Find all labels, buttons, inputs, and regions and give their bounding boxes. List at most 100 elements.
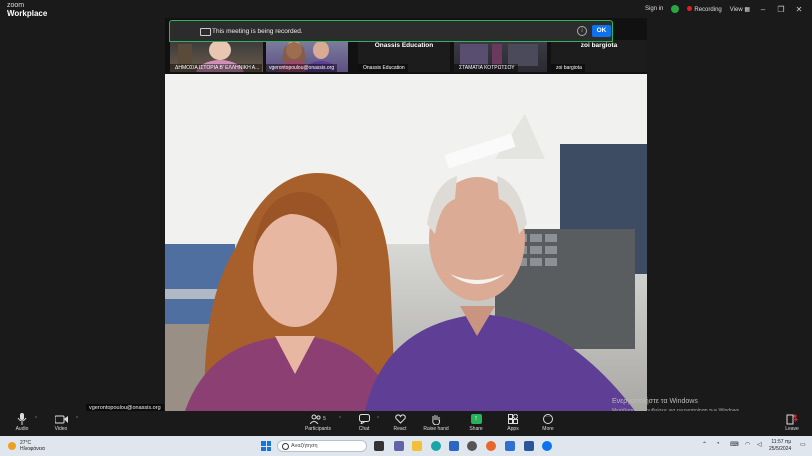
- windows-activation-title: Ενεργοποιήστε τα Windows: [612, 398, 698, 405]
- network-icon[interactable]: ◔: [716, 441, 720, 447]
- participant-tile[interactable]: ΔΗΜΟΣΙΑ ΙΣΤΟΡΙΑ Β' ΕΛΛΗΝΙΚΗ Α...: [170, 40, 263, 72]
- store-icon[interactable]: [449, 441, 459, 451]
- logo-line1: zoom: [7, 2, 25, 9]
- show-hidden-icons-icon[interactable]: ⌃: [702, 441, 707, 448]
- chat-icon: [358, 414, 370, 424]
- chat-options-caret-icon[interactable]: ⌃: [376, 416, 380, 422]
- notifications-icon[interactable]: ▭: [800, 441, 806, 448]
- chat-button[interactable]: Chat: [349, 413, 379, 432]
- participant-name: zoi bargiota: [551, 64, 585, 72]
- keyboard-language-icon[interactable]: ⌨: [730, 441, 739, 448]
- participant-tile[interactable]: ΣΤΑΜΑΤΙΑ ΚΟΤΡΩΤΣΟΥ: [454, 40, 547, 72]
- weather-condition: Ηλιοφάνεια: [20, 446, 45, 452]
- taskbar-clock[interactable]: 11:57 πμ 25/5/2024: [769, 439, 791, 453]
- participant-name: ΣΤΑΜΑΤΙΑ ΚΟΤΡΩΤΣΟΥ: [454, 64, 518, 72]
- chat-label: Chat: [358, 426, 370, 432]
- more-button[interactable]: ··· More: [533, 413, 563, 432]
- audio-options-caret-icon[interactable]: ⌃: [34, 416, 38, 422]
- zoom-logo: zoom Workplace: [7, 2, 48, 18]
- share-button[interactable]: ↑ Share: [461, 413, 491, 432]
- react-button[interactable]: React: [385, 413, 415, 432]
- meeting-toolbar: Audio ⌃ Video ⌃ 5 Participants ⌃ Chat ⌃ …: [0, 411, 812, 436]
- recording-notice-text: This meeting is being recorded.: [212, 28, 303, 35]
- task-view-icon[interactable]: [374, 441, 384, 451]
- participant-tile[interactable]: zoi bargiota zoi bargiota: [551, 40, 647, 72]
- info-icon[interactable]: i: [577, 26, 587, 36]
- weather-text: 27°C Ηλιοφάνεια: [20, 440, 45, 452]
- participant-name: Onassis Education: [358, 64, 408, 72]
- share-label: Share: [469, 426, 483, 432]
- firefox-icon[interactable]: [486, 441, 496, 451]
- sign-in-link[interactable]: Sign in: [645, 6, 663, 12]
- view-grid-icon: ▦: [744, 6, 750, 13]
- volume-icon[interactable]: ◁: [757, 441, 762, 448]
- participants-button[interactable]: 5 Participants: [303, 413, 333, 432]
- leave-door-icon: [786, 414, 798, 424]
- apps-button[interactable]: Apps: [498, 413, 528, 432]
- restore-icon[interactable]: ❐: [776, 5, 786, 14]
- leave-label: Leave: [785, 426, 799, 432]
- minimize-icon[interactable]: –: [758, 5, 768, 14]
- edge-browser-icon[interactable]: [431, 441, 441, 451]
- react-label: React: [393, 426, 407, 432]
- outlook-icon[interactable]: [505, 441, 515, 451]
- participant-name: vgerontopoulou@onassis.org: [266, 64, 338, 72]
- participant-tile[interactable]: Onassis Education Onassis Education: [358, 40, 450, 72]
- participant-tile[interactable]: vgerontopoulou@onassis.org: [266, 40, 348, 72]
- clock-time: 11:57 πμ: [771, 439, 792, 445]
- participants-icon: [310, 414, 321, 424]
- video-options-caret-icon[interactable]: ⌃: [75, 416, 79, 422]
- search-icon: [282, 443, 289, 450]
- word-icon[interactable]: [524, 441, 534, 451]
- video-camera-icon: [54, 415, 68, 423]
- video-button[interactable]: Video: [46, 413, 76, 432]
- participant-name-text: ΔΗΜΟΣΙΑ ΙΣΤΟΡΙΑ Β' ΕΛΛΗΝΙΚΗ Α...: [175, 65, 260, 71]
- microphone-icon: [17, 413, 27, 425]
- participant-name-text: Onassis Education: [363, 65, 405, 71]
- ok-button[interactable]: OK: [592, 25, 611, 37]
- participants-count: 5: [323, 416, 326, 422]
- logo-line2: Workplace: [7, 9, 48, 18]
- start-windows-icon[interactable]: [261, 441, 271, 451]
- shield-icon[interactable]: [671, 5, 680, 13]
- participant-display-name: Onassis Education: [374, 42, 434, 49]
- title-controls: Sign in Recording View ▦ – ❐ ✕: [645, 3, 804, 15]
- audio-label: Audio: [15, 426, 29, 432]
- participant-name: ΔΗΜΟΣΙΑ ΙΣΤΟΡΙΑ Β' ΕΛΛΗΝΙΚΗ Α...: [170, 64, 263, 72]
- title-bar: zoom Workplace Sign in Recording View ▦ …: [0, 0, 812, 18]
- search-text: Αναζήτηση: [291, 443, 318, 449]
- view-button[interactable]: View ▦: [730, 6, 750, 13]
- taskbar-search[interactable]: Αναζήτηση: [277, 440, 367, 452]
- raise-hand-icon: [432, 414, 441, 425]
- audio-button[interactable]: Audio: [7, 413, 37, 432]
- wifi-icon[interactable]: ◠: [745, 441, 750, 448]
- view-label: View: [729, 6, 743, 13]
- video-scene: [165, 74, 647, 411]
- recording-camera-icon: [200, 28, 211, 36]
- video-label: Video: [54, 426, 68, 432]
- main-video: [165, 74, 647, 411]
- recording-notice: This meeting is being recorded. i: [169, 20, 613, 42]
- participant-name-text: ΣΤΑΜΑΤΙΑ ΚΟΤΡΩΤΣΟΥ: [459, 65, 515, 71]
- teams-icon[interactable]: [394, 441, 404, 451]
- file-explorer-icon[interactable]: [412, 441, 422, 451]
- obs-icon[interactable]: [467, 441, 477, 451]
- more-label: More: [542, 426, 554, 432]
- apps-label: Apps: [507, 426, 519, 432]
- raise-hand-label: Raise hand: [423, 426, 449, 432]
- raise-hand-button[interactable]: Raise hand: [421, 413, 451, 432]
- clock-date: 25/5/2024: [769, 446, 792, 452]
- participant-display-name: zoi bargiota: [580, 42, 618, 49]
- weather-widget[interactable]: 27°C Ηλιοφάνεια: [8, 440, 45, 452]
- close-icon[interactable]: ✕: [794, 5, 804, 14]
- participants-options-caret-icon[interactable]: ⌃: [338, 416, 342, 422]
- more-dots-icon: ···: [543, 414, 553, 424]
- zoom-app-icon[interactable]: [542, 441, 552, 451]
- record-dot-icon: [687, 5, 693, 11]
- participants-label: Participants: [304, 426, 332, 432]
- recording-indicator[interactable]: Recording: [687, 5, 722, 13]
- participant-name-text: zoi bargiota: [556, 65, 582, 71]
- leave-button[interactable]: Leave: [777, 413, 807, 432]
- sun-icon: [8, 442, 16, 450]
- apps-grid-icon: [508, 414, 518, 424]
